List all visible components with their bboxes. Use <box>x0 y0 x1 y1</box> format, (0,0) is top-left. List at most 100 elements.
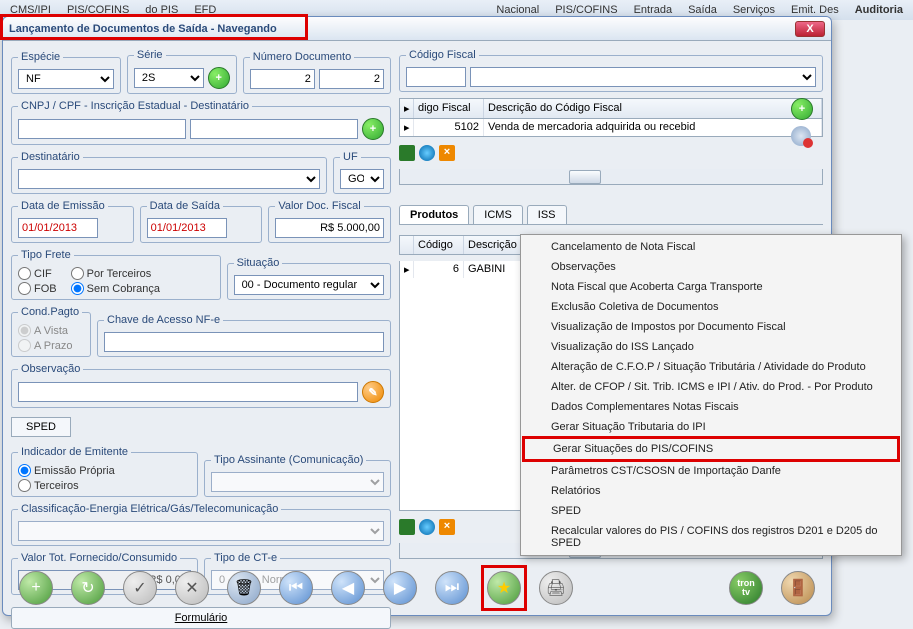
pagto-avista[interactable]: A Vista <box>18 324 84 337</box>
especie-select[interactable]: NF <box>18 69 114 89</box>
globe-icon[interactable] <box>419 145 435 161</box>
cm-relatorios[interactable]: Relatórios <box>523 481 899 501</box>
titlebar: Lançamento de Documentos de Saída - Nave… <box>3 17 831 41</box>
globe-icon[interactable] <box>419 519 435 535</box>
assinante-label: Tipo Assinante (Comunicação) <box>211 454 366 466</box>
delete-cfop-icon[interactable] <box>791 126 811 146</box>
serie-select[interactable]: 2S <box>134 68 204 88</box>
valor-label: Valor Doc. Fiscal <box>275 200 363 212</box>
uf-select[interactable]: GO <box>340 169 384 189</box>
numero-label: Número Documento <box>250 51 354 63</box>
saida-label: Data de Saída <box>147 200 223 212</box>
actions-button[interactable]: ★ <box>487 571 521 605</box>
auditoria-label: Auditoria <box>849 2 909 18</box>
destinatario-label: Destinatário <box>18 151 83 163</box>
uf-label: UF <box>340 151 361 163</box>
add-cfop-button[interactable]: + <box>791 98 813 120</box>
prev-button[interactable]: ◀ <box>331 571 365 605</box>
excel-icon[interactable] <box>399 145 415 161</box>
emit-propria[interactable]: Emissão Própria <box>18 464 191 477</box>
emitente-label: Indicador de Emitente <box>18 446 131 458</box>
obs-button[interactable]: ✎ <box>362 381 384 403</box>
add-button[interactable]: + <box>19 571 53 605</box>
first-button[interactable]: ⏮ <box>279 571 313 605</box>
pagto-aprazo[interactable]: A Prazo <box>18 339 84 352</box>
product-tabs: Produtos ICMS ISS <box>399 205 823 225</box>
condpagto-label: Cond.Pagto <box>18 306 82 318</box>
obs-input[interactable] <box>18 382 358 402</box>
confirm-button[interactable]: ✓ <box>123 571 157 605</box>
ie-input[interactable] <box>190 119 358 139</box>
numero-input-1[interactable] <box>250 69 315 89</box>
tab-iss[interactable]: ISS <box>527 205 567 224</box>
situacao-label: Situação <box>234 257 283 269</box>
add-serie-button[interactable]: + <box>208 67 230 89</box>
fornecido-label: Valor Tot. Fornecido/Consumido <box>18 552 180 564</box>
context-menu: Cancelamento de Nota Fiscal Observações … <box>520 234 902 556</box>
excel-icon[interactable] <box>399 519 415 535</box>
cnpj-input[interactable] <box>18 119 186 139</box>
refresh-button[interactable]: ↻ <box>71 571 105 605</box>
cm-sped[interactable]: SPED <box>523 501 899 521</box>
destinatario-select[interactable] <box>18 169 320 189</box>
cnpj-label: CNPJ / CPF - Inscrição Estadual - Destin… <box>18 100 252 112</box>
clear-icon[interactable]: × <box>439 145 455 161</box>
frete-cif[interactable]: CIF <box>18 267 57 280</box>
tab-icms[interactable]: ICMS <box>473 205 523 224</box>
cm-observacoes[interactable]: Observações <box>523 257 899 277</box>
codfiscal-select[interactable] <box>470 67 816 87</box>
frete-terceiros[interactable]: Por Terceiros <box>71 267 160 280</box>
chave-input[interactable] <box>104 332 384 352</box>
chave-label: Chave de Acesso NF-e <box>104 314 223 326</box>
emissao-label: Data de Emissão <box>18 200 108 212</box>
last-button[interactable]: ⏭ <box>435 571 469 605</box>
delete-button[interactable]: 🗑 <box>227 571 261 605</box>
frete-label: Tipo Frete <box>18 249 74 261</box>
sped-button[interactable]: SPED <box>11 417 71 437</box>
codfiscal-label: Código Fiscal <box>406 49 479 61</box>
cm-exclusao[interactable]: Exclusão Coletiva de Documentos <box>523 297 899 317</box>
window-title: Lançamento de Documentos de Saída - Nave… <box>9 23 277 35</box>
cm-nf-carga[interactable]: Nota Fiscal que Acoberta Carga Transport… <box>523 277 899 297</box>
cfop-mini-toolbar: × <box>399 143 823 163</box>
cm-vis-iss[interactable]: Visualização do ISS Lançado <box>523 337 899 357</box>
bottom-toolbar: + ↻ ✓ ✕ 🗑 ⏮ ◀ ▶ ⏭ ★ 🖨 tron tv 🚪 <box>11 565 823 611</box>
situacao-select[interactable]: 00 - Documento regular <box>234 275 384 295</box>
cm-param-cst[interactable]: Parâmetros CST/CSOSN de Importação Danfe <box>523 461 899 481</box>
tab-produtos[interactable]: Produtos <box>399 205 469 224</box>
emit-terceiros[interactable]: Terceiros <box>18 479 191 492</box>
cm-alt-cfop-prod[interactable]: Alter. de CFOP / Sit. Trib. ICMS e IPI /… <box>523 377 899 397</box>
cm-gerar-ipi[interactable]: Gerar Situação Tributaria do IPI <box>523 417 899 437</box>
assinante-select[interactable] <box>211 472 384 492</box>
cfop-grid-header: ▸ digo Fiscal Descrição do Código Fiscal <box>399 98 823 119</box>
especie-label: Espécie <box>18 51 63 63</box>
emissao-input[interactable] <box>18 218 98 238</box>
close-button[interactable]: X <box>795 21 825 37</box>
saida-input[interactable] <box>147 218 227 238</box>
clear-icon[interactable]: × <box>439 519 455 535</box>
cm-recalcular[interactable]: Recalcular valores do PIS / COFINS dos r… <box>523 521 899 553</box>
next-button[interactable]: ▶ <box>383 571 417 605</box>
cm-dados-comp[interactable]: Dados Complementares Notas Fiscais <box>523 397 899 417</box>
serie-label: Série <box>134 49 166 61</box>
cte-label: Tipo de CT-e <box>211 552 280 564</box>
cm-gerar-piscofins[interactable]: Gerar Situações do PIS/COFINS <box>522 436 900 462</box>
cancel-button[interactable]: ✕ <box>175 571 209 605</box>
tron-tv-button[interactable]: tron tv <box>729 571 763 605</box>
cm-cancel-nf[interactable]: Cancelamento de Nota Fiscal <box>523 237 899 257</box>
frete-fob[interactable]: FOB <box>18 282 57 295</box>
codfiscal-input[interactable] <box>406 67 466 87</box>
classif-select[interactable] <box>18 521 384 541</box>
classif-label: Classificação-Energia Elétrica/Gás/Telec… <box>18 503 281 515</box>
add-dest-button[interactable]: + <box>362 118 384 140</box>
exit-button[interactable]: 🚪 <box>781 571 815 605</box>
valor-input[interactable] <box>275 218 384 238</box>
print-button[interactable]: 🖨 <box>539 571 573 605</box>
numero-input-2[interactable] <box>319 69 384 89</box>
cfop-row[interactable]: ▸ 5102 Venda de mercadoria adquirida ou … <box>400 119 822 136</box>
cm-alt-cfop[interactable]: Alteração de C.F.O.P / Situação Tributár… <box>523 357 899 377</box>
frete-sem[interactable]: Sem Cobrança <box>71 282 160 295</box>
obs-label: Observação <box>18 363 83 375</box>
cfop-scrollbar[interactable] <box>399 169 823 185</box>
cm-vis-impostos[interactable]: Visualização de Impostos por Documento F… <box>523 317 899 337</box>
